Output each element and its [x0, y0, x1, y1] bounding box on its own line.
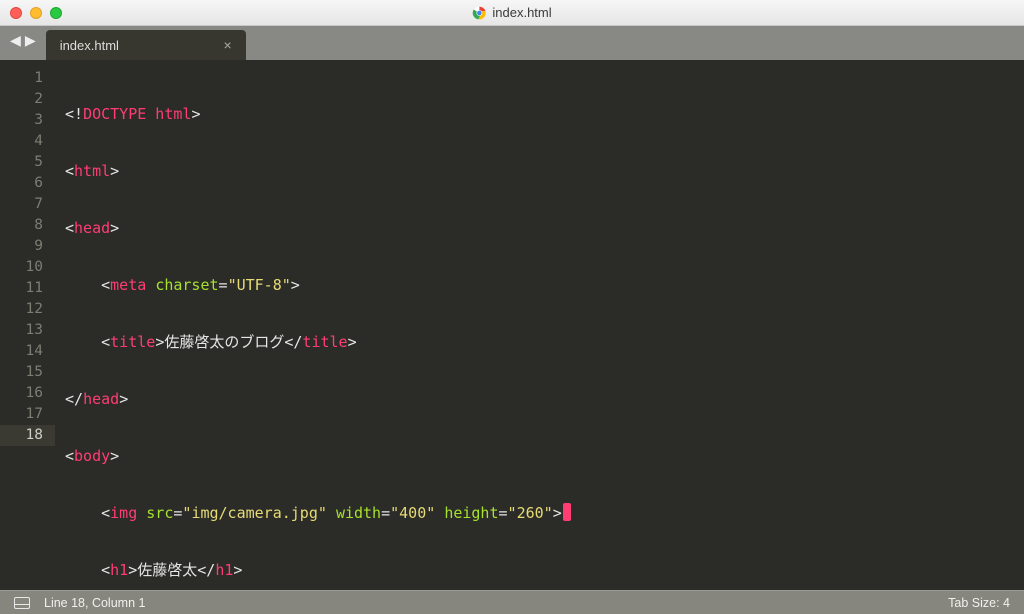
macos-titlebar: index.html [0, 0, 1024, 26]
line-number: 14 [0, 341, 55, 362]
line-number: 9 [0, 236, 55, 257]
line-number: 5 [0, 152, 55, 173]
line-number: 10 [0, 257, 55, 278]
nav-forward-icon[interactable]: ▶ [25, 32, 36, 50]
status-bar: Line 18, Column 1 Tab Size: 4 [0, 590, 1024, 614]
text-cursor [563, 503, 571, 521]
minimize-window-button[interactable] [30, 7, 42, 19]
line-number: 2 [0, 89, 55, 110]
line-number: 8 [0, 215, 55, 236]
code-area[interactable]: <!DOCTYPE html> <html> <head> <meta char… [55, 60, 1024, 590]
close-tab-icon[interactable]: × [224, 37, 232, 53]
window-title-text: index.html [492, 5, 551, 20]
line-number: 4 [0, 131, 55, 152]
nav-arrows: ◀ ▶ [0, 26, 46, 60]
line-number: 15 [0, 362, 55, 383]
line-number: 18 [0, 425, 55, 446]
close-window-button[interactable] [10, 7, 22, 19]
code-line: <h1>佐藤啓太</h1> [55, 560, 1024, 581]
code-line: <body> [55, 446, 1024, 467]
line-number: 7 [0, 194, 55, 215]
status-tabsize[interactable]: Tab Size: 4 [948, 596, 1010, 610]
tab-bar: ◀ ▶ index.html × [0, 26, 1024, 60]
code-line: <img src="img/camera.jpg" width="400" he… [55, 503, 1024, 524]
editor[interactable]: 123456789101112131415161718 <!DOCTYPE ht… [0, 60, 1024, 590]
traffic-lights [10, 7, 62, 19]
panel-toggle-icon[interactable] [14, 597, 30, 609]
chrome-icon [472, 6, 486, 20]
code-line: </head> [55, 389, 1024, 410]
code-line: <meta charset="UTF-8"> [55, 275, 1024, 296]
line-number: 12 [0, 299, 55, 320]
line-number: 17 [0, 404, 55, 425]
editor-tab[interactable]: index.html × [46, 30, 246, 60]
line-number: 16 [0, 383, 55, 404]
code-line: <!DOCTYPE html> [55, 104, 1024, 125]
tab-label: index.html [60, 38, 119, 53]
status-position[interactable]: Line 18, Column 1 [44, 596, 145, 610]
zoom-window-button[interactable] [50, 7, 62, 19]
line-gutter: 123456789101112131415161718 [0, 60, 55, 590]
line-number: 11 [0, 278, 55, 299]
code-line: <head> [55, 218, 1024, 239]
line-number: 13 [0, 320, 55, 341]
line-number: 6 [0, 173, 55, 194]
nav-back-icon[interactable]: ◀ [10, 32, 21, 50]
line-number: 1 [0, 68, 55, 89]
code-line: <html> [55, 161, 1024, 182]
window-title: index.html [472, 5, 551, 20]
line-number: 3 [0, 110, 55, 131]
code-line: <title>佐藤啓太のブログ</title> [55, 332, 1024, 353]
